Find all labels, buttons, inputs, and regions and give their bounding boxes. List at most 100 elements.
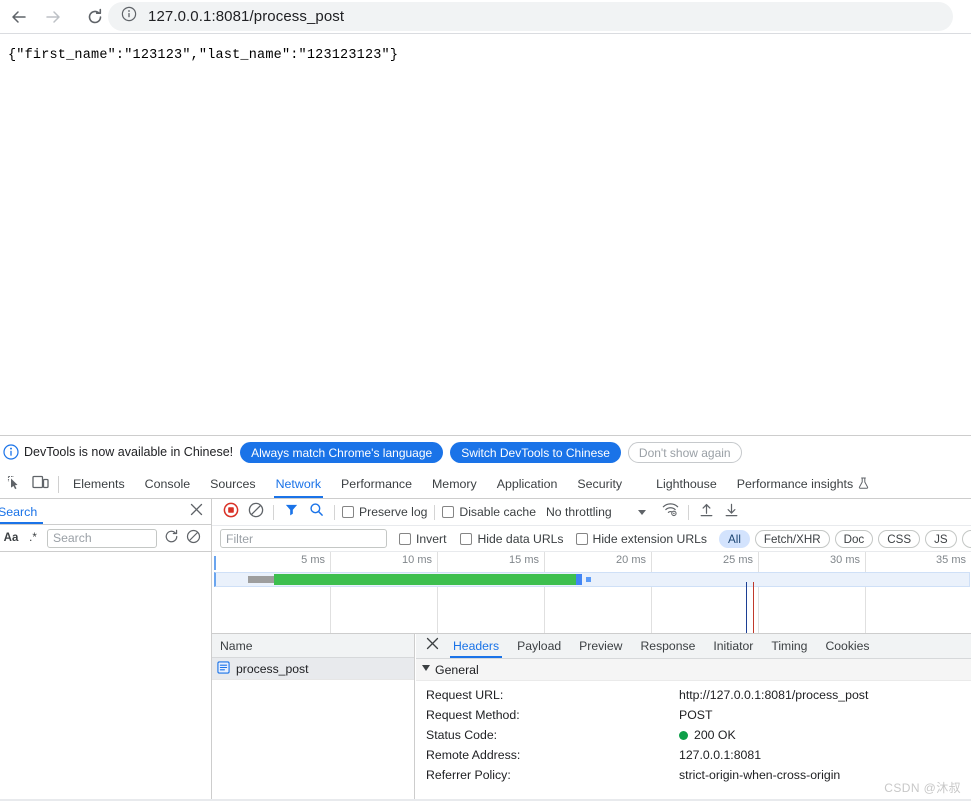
filter-type-fetch-xhr[interactable]: Fetch/XHR (754, 529, 830, 548)
invert-checkbox[interactable]: Invert (399, 532, 446, 546)
search-input[interactable] (47, 528, 157, 548)
search-drawer: Search Aa .* (0, 499, 211, 801)
match-case-button[interactable]: Aa (0, 527, 22, 549)
forward-button[interactable] (38, 2, 68, 32)
drawer-tab-search[interactable]: Search (0, 499, 44, 524)
hide-data-urls-checkbox[interactable]: Hide data URLs (460, 532, 564, 546)
detail-tab-response[interactable]: Response (631, 634, 704, 658)
detail-tab-cookies[interactable]: Cookies (816, 634, 878, 658)
tab-performance[interactable]: Performance (331, 470, 422, 498)
inspect-element-button[interactable] (0, 471, 27, 498)
import-har-button[interactable] (694, 500, 719, 525)
dom-content-loaded-marker (746, 582, 747, 633)
preserve-log-label: Preserve log (359, 505, 428, 519)
arrow-left-icon (10, 8, 28, 26)
filter-type-css[interactable]: CSS (878, 529, 921, 548)
header-key: Request Method: (426, 708, 520, 722)
status-text: 200 OK (694, 728, 736, 742)
arrow-right-icon (44, 8, 62, 26)
overview-tick-label: 15 ms (509, 554, 539, 566)
header-key: Status Code: (426, 728, 498, 742)
tab-security[interactable]: Security (567, 470, 632, 498)
preserve-log-checkbox[interactable]: Preserve log (342, 505, 427, 519)
tab-label: Network (275, 477, 322, 491)
detail-tab-timing[interactable]: Timing (762, 634, 816, 658)
tab-performance-insights[interactable]: Performance insights (727, 470, 879, 498)
hide-extension-urls-checkbox[interactable]: Hide extension URLs (575, 532, 707, 546)
toggle-filter-button[interactable] (279, 500, 304, 525)
detail-tab-preview[interactable]: Preview (570, 634, 631, 658)
dont-show-again-button[interactable]: Don't show again (627, 441, 742, 463)
browser-toolbar: 127.0.0.1:8081/process_post (0, 0, 971, 33)
network-filterbar: Invert Hide data URLs Hide extension URL… (212, 526, 971, 552)
checkbox-box (575, 532, 588, 545)
throttling-select[interactable]: No throttling (546, 505, 612, 519)
chevron-down-icon[interactable] (637, 509, 646, 515)
tabbar-divider (58, 475, 59, 493)
disable-cache-checkbox[interactable]: Disable cache (442, 505, 536, 519)
use-regex-button[interactable]: .* (22, 527, 44, 549)
device-toolbar-icon (32, 474, 49, 495)
overview-selection-handle[interactable] (214, 556, 216, 570)
search-clear-button[interactable] (182, 527, 204, 549)
overview-tick-label: 25 ms (723, 554, 753, 566)
detail-tab-payload[interactable]: Payload (508, 634, 570, 658)
tab-application[interactable]: Application (487, 470, 568, 498)
record-stop-button[interactable] (218, 500, 243, 525)
tab-label: Sources (210, 477, 256, 491)
clear-requests-button[interactable] (243, 500, 268, 525)
record-stop-icon (223, 502, 239, 523)
request-list-header[interactable]: Name (212, 634, 414, 658)
header-row-referrer-policy: Referrer Policy: strict-origin-when-cros… (426, 765, 971, 785)
filter-type-doc[interactable]: Doc (834, 529, 874, 548)
tab-network[interactable]: Network (266, 470, 331, 498)
tab-lighthouse[interactable]: Lighthouse (646, 470, 727, 498)
json-response-text: {"first_name":"123123","last_name":"1231… (8, 48, 399, 63)
back-button[interactable] (4, 2, 34, 32)
network-lower-split: Name process_post Headers Payload Previe… (212, 634, 971, 801)
tab-label: Application (496, 477, 558, 491)
close-detail-button[interactable] (422, 636, 442, 656)
site-info-button[interactable] (114, 6, 144, 27)
general-section-header[interactable]: General (416, 659, 971, 681)
info-circle-icon (2, 443, 20, 461)
reload-button[interactable] (80, 2, 110, 32)
clear-no-entry-icon (248, 502, 264, 523)
info-circle-icon (121, 6, 137, 27)
toggle-device-toolbar-button[interactable] (27, 471, 54, 498)
filter-type-js[interactable]: JS (925, 529, 957, 548)
drawer-close-button[interactable] (187, 503, 205, 521)
address-bar[interactable]: 127.0.0.1:8081/process_post (108, 2, 953, 31)
status-value: 200 OK (679, 728, 736, 742)
request-list: Name process_post (212, 634, 415, 801)
table-row[interactable]: process_post (212, 658, 414, 680)
tab-sources[interactable]: Sources (200, 470, 265, 498)
search-toolbar: Aa .* (0, 525, 211, 552)
filter-input[interactable] (220, 529, 387, 548)
upload-arrow-icon (699, 502, 714, 523)
tab-memory[interactable]: Memory (422, 470, 487, 498)
inspect-cursor-icon (6, 474, 22, 495)
filter-type-all[interactable]: All (719, 529, 750, 548)
throttling-value: No throttling (545, 505, 612, 519)
detail-tab-headers[interactable]: Headers (444, 634, 508, 658)
search-refresh-button[interactable] (160, 527, 182, 549)
document-icon (217, 660, 230, 677)
request-detail-pane: Headers Payload Preview Response Initiat… (416, 634, 971, 801)
tab-elements[interactable]: Elements (63, 470, 135, 498)
tab-console[interactable]: Console (135, 470, 200, 498)
network-conditions-button[interactable] (658, 500, 683, 525)
switch-to-chinese-button[interactable]: Switch DevTools to Chinese (450, 441, 621, 463)
flask-icon (858, 477, 869, 492)
always-match-language-button[interactable]: Always match Chrome's language (240, 441, 444, 463)
header-row-remote-address: Remote Address: 127.0.0.1:8081 (426, 745, 971, 765)
filter-type-font[interactable]: Font (961, 529, 971, 548)
export-har-button[interactable] (719, 500, 744, 525)
header-row-request-method: Request Method: POST (426, 705, 971, 725)
search-results-area (0, 552, 211, 801)
search-requests-button[interactable] (304, 500, 329, 525)
detail-tab-initiator[interactable]: Initiator (704, 634, 762, 658)
header-key: Referrer Policy: (426, 768, 511, 782)
network-overview-timeline[interactable]: 5 ms 10 ms 15 ms 20 ms 25 ms 30 ms 35 ms (212, 552, 971, 634)
overview-request-stalled-bar (248, 576, 274, 583)
